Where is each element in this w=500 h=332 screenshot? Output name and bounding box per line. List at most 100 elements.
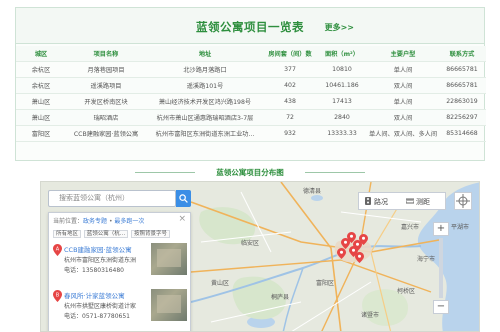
cell-room-type: 单人间 <box>368 93 438 110</box>
traffic-icon <box>365 197 371 205</box>
pan-control[interactable] <box>454 192 472 210</box>
heading-divider-right <box>305 172 365 173</box>
cell-contact: 86665781 <box>438 77 486 94</box>
col-header-rooms: 房间套（间）数 <box>264 46 316 62</box>
filter-sort[interactable]: 按照背景字号 <box>131 230 171 238</box>
cell-room-type: 双人间 <box>368 109 438 126</box>
close-icon[interactable]: × <box>178 214 186 224</box>
cell-room-type: 单人间、双人间、多人间 <box>368 125 438 142</box>
zoom-out-button[interactable]: − <box>433 300 449 314</box>
cell-district: 余杭区 <box>16 77 66 94</box>
project-table-panel: 蓝领公寓项目一览表 更多>> 城区 项目名称 地址 房间套（间）数 面积（m²）… <box>15 7 486 161</box>
cell-district: 余杭区 <box>16 61 66 78</box>
col-header-district: 城区 <box>16 46 66 62</box>
result-item[interactable]: B 春风所·计家蓝领公寓 杭州市拱墅区康桥街道计家 电话：0571-877806… <box>53 289 189 331</box>
filter-category[interactable]: 蓝领公寓（杭… <box>83 230 129 238</box>
cell-district: 萧山区 <box>16 109 66 126</box>
cell-rooms: 438 <box>264 93 316 110</box>
project-marker-icon[interactable] <box>337 248 346 259</box>
cell-project-name: CCB建融家园·蓝领公寓 <box>66 125 146 142</box>
cell-address: 萧山经济技术开发区鸿兴路198号 <box>146 93 264 110</box>
distribution-map[interactable]: 德清县 嘉兴市 海宁市 平湖市 富阳区 桐庐县 临安区 黄山区 诸暨市 柯桥区 … <box>40 181 480 332</box>
result-address: 杭州市拱墅区康桥街道计家 <box>64 303 137 310</box>
cell-area: 10810 <box>316 61 368 78</box>
cell-rooms: 377 <box>264 61 316 78</box>
more-link[interactable]: 更多>> <box>325 22 354 33</box>
filter-region[interactable]: 所有地区 <box>53 230 82 238</box>
col-header-area: 面积（m²） <box>316 46 368 62</box>
result-address: 杭州市富阳区东洲街道东洲 <box>64 257 137 264</box>
result-phone: 电话：13580316480 <box>64 267 124 274</box>
cell-area: 17413 <box>316 93 368 110</box>
ranging-button[interactable]: 测距 <box>416 197 430 207</box>
cell-rooms: 72 <box>264 109 316 126</box>
cell-room-type: 双人间 <box>368 77 438 94</box>
map-label-huangshan: 黄山区 <box>211 280 230 287</box>
col-header-address: 地址 <box>146 46 264 62</box>
map-label-pinghu: 平湖市 <box>451 224 470 231</box>
filter-bar: 所有地区 蓝领公寓（杭… 按照背景字号 <box>53 229 186 239</box>
result-name[interactable]: CCB建融家园·蓝领公寓 <box>64 244 132 254</box>
zoom-slider[interactable] <box>439 238 443 298</box>
breadcrumb-prefix: 当前位置： <box>53 218 84 225</box>
table-title: 蓝领公寓项目一览表 <box>196 20 304 34</box>
ruler-icon <box>406 198 414 204</box>
cell-address: 杭州市富阳区东洲街道东洲工业功... <box>146 125 264 142</box>
table-row: 萧山区 瑞昭酒店 杭州市萧山区通惠路瑞昭酒店3-7层 72 2840 双人间 8… <box>16 109 486 126</box>
cell-project-name: 月落巷园项目 <box>66 61 146 78</box>
crosshair-icon <box>456 194 470 208</box>
cell-address: 北沙路月落路口 <box>146 61 264 78</box>
cell-area: 13333.33 <box>316 125 368 142</box>
svg-text:A: A <box>56 246 60 252</box>
table-header-row: 城区 项目名称 地址 房间套（间）数 面积（m²） 主要户型 联系方式 <box>16 46 486 62</box>
table-row: 余杭区 遥溪路项目 遥溪路101号 402 10461.186 双人间 8666… <box>16 77 486 94</box>
cell-area: 2840 <box>316 109 368 126</box>
cell-room-type: 单人间 <box>368 61 438 78</box>
col-header-contact: 联系方式 <box>438 46 486 62</box>
cell-district: 富阳区 <box>16 125 66 142</box>
cell-area: 10461.186 <box>316 77 368 94</box>
svg-text:B: B <box>56 292 60 298</box>
breadcrumb-link-topic[interactable]: 政务专题 <box>83 218 107 225</box>
table-row: 萧山区 开发区桥南区块 萧山经济技术开发区鸿兴路198号 438 17413 单… <box>16 93 486 110</box>
cell-rooms: 402 <box>264 77 316 94</box>
cell-district: 萧山区 <box>16 93 66 110</box>
map-label-deqing: 德清县 <box>303 188 322 195</box>
map-heading: 蓝领公寓项目分布图 <box>0 166 500 178</box>
map-label-tonglu: 桐庐县 <box>271 294 290 301</box>
traffic-button[interactable]: 路况 <box>374 197 388 207</box>
result-name[interactable]: 春风所·计家蓝领公寓 <box>64 290 125 300</box>
cell-contact: 22863019 <box>438 93 486 110</box>
map-search-button[interactable] <box>176 190 191 207</box>
map-label-jiaxing: 嘉兴市 <box>401 224 420 231</box>
cell-project-name: 遥溪路项目 <box>66 77 146 94</box>
cell-project-name: 瑞昭酒店 <box>66 109 146 126</box>
table-title-bar: 蓝领公寓项目一览表 更多>> <box>16 8 484 44</box>
table-row: 余杭区 月落巷园项目 北沙路月落路口 377 10810 单人间 8666578… <box>16 61 486 78</box>
cell-project-name: 开发区桥南区块 <box>66 93 146 110</box>
project-marker-icon[interactable] <box>355 252 364 263</box>
map-label-zhuji: 诸暨市 <box>361 312 380 319</box>
project-marker-icon[interactable] <box>359 234 368 245</box>
zoom-control: + − <box>433 222 449 314</box>
cell-contact: 86665781 <box>438 61 486 78</box>
map-search-input[interactable]: 搜索蓝领公寓（杭州） <box>48 190 176 207</box>
result-thumbnail[interactable] <box>151 289 187 321</box>
cell-rooms: 932 <box>264 125 316 142</box>
zoom-in-button[interactable]: + <box>433 222 449 236</box>
col-header-project-name: 项目名称 <box>66 46 146 62</box>
breadcrumb-link-service[interactable]: 最多跑一次 <box>114 218 144 225</box>
map-heading-text: 蓝领公寓项目分布图 <box>216 168 284 177</box>
map-label-linan: 临安区 <box>241 240 260 247</box>
table-row: 富阳区 CCB建融家园·蓝领公寓 杭州市富阳区东洲街道东洲工业功... 932 … <box>16 125 486 142</box>
breadcrumb: 当前位置：政务专题 • 最多跑一次 <box>53 216 144 225</box>
map-pin-icon: A <box>53 244 62 256</box>
result-thumbnail[interactable] <box>151 243 187 275</box>
map-label-fuyang: 富阳区 <box>316 280 335 287</box>
result-item[interactable]: A CCB建融家园·蓝领公寓 杭州市富阳区东洲街道东洲 电话：135803164… <box>53 243 189 287</box>
cell-contact: 85314668 <box>438 125 486 142</box>
cell-contact: 82256297 <box>438 109 486 126</box>
cell-address: 杭州市萧山区通惠路瑞昭酒店3-7层 <box>146 109 264 126</box>
search-icon <box>179 194 188 203</box>
col-header-room-type: 主要户型 <box>368 46 438 62</box>
